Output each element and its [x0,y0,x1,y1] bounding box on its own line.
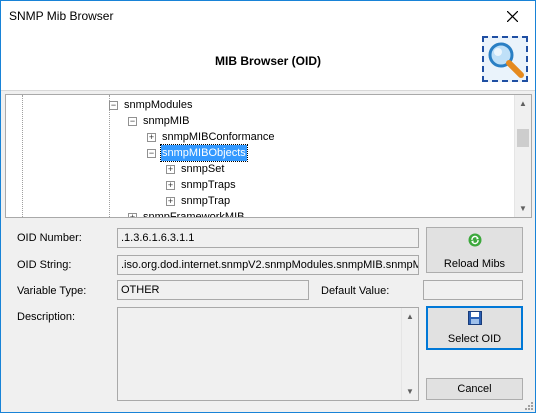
reload-mibs-label: Reload Mibs [443,258,506,270]
expand-icon[interactable]: + [166,165,175,174]
title-bar[interactable]: SNMP Mib Browser [1,1,535,31]
variable-type-label: Variable Type: [17,285,87,297]
variable-type-field[interactable]: OTHER [117,280,309,300]
tree-node-snmpmib[interactable]: − snmpMIB [6,113,506,129]
save-disk-icon [468,311,482,325]
tree-node-snmpmibconformance[interactable]: + snmpMIBConformance [6,129,506,145]
tree-node-snmpset[interactable]: + snmpSet [6,161,506,177]
close-icon [506,10,518,22]
select-oid-button[interactable]: Select OID [426,306,523,350]
collapse-icon[interactable]: − [109,101,118,110]
expand-icon[interactable]: + [166,181,175,190]
select-oid-label: Select OID [447,333,502,345]
tree-node-snmpmibobjects[interactable]: − snmpMIBObjects [6,144,506,162]
resize-grip-icon[interactable] [523,400,533,410]
tree-node-snmpmodules[interactable]: − snmpModules [6,97,506,113]
expand-icon[interactable]: + [166,197,175,206]
expand-icon[interactable]: + [128,213,137,217]
collapse-icon[interactable]: − [128,117,137,126]
tree-node-snmptrap[interactable]: + snmpTrap [6,193,506,209]
description-textarea[interactable]: ▲ ▼ [117,307,419,401]
reload-mibs-button[interactable]: Reload Mibs [426,227,523,273]
header-title: MIB Browser (OID) [214,54,321,68]
oid-string-field[interactable]: .iso.org.dod.internet.snmpV2.snmpModules… [117,255,419,275]
scroll-up-icon[interactable]: ▲ [515,95,531,112]
scroll-up-icon[interactable]: ▲ [402,308,418,325]
tree-node-label: snmpTrap [181,195,231,207]
tree-node-label-selected: snmpMIBObjects [160,144,248,162]
tree-node-label: snmpMIBConformance [162,131,275,143]
scroll-down-icon[interactable]: ▼ [402,383,418,400]
default-value-field[interactable] [423,280,523,300]
mib-tree-view[interactable]: − snmpModules − snmpMIB + snmpMIBConform… [5,94,532,218]
tree-node-label: snmpModules [124,99,193,111]
tree-node-label: snmpFrameworkMIB [143,211,245,218]
window-title: SNMP Mib Browser [9,9,114,23]
default-value-label: Default Value: [321,285,390,297]
header-banner: MIB Browser (OID) [1,31,535,91]
close-button[interactable] [489,1,535,31]
oid-number-field[interactable]: .1.3.6.1.6.3.1.1 [117,228,419,248]
tree-node-label: snmpTraps [181,179,236,191]
collapse-icon[interactable]: − [147,149,156,158]
scroll-down-icon[interactable]: ▼ [515,200,531,217]
description-label: Description: [17,311,76,323]
tree-node-snmpframeworkmib[interactable]: + snmpFrameworkMIB [6,209,506,218]
cancel-button[interactable]: Cancel [426,378,523,400]
tree-node-snmptraps[interactable]: + snmpTraps [6,177,506,193]
recycle-icon [468,233,482,247]
tree-node-label: snmpSet [181,163,225,175]
oid-string-label: OID String: [17,259,72,271]
magnifier-logo-icon [482,36,528,82]
scrollbar-thumb[interactable] [517,129,529,147]
tree-node-label: snmpMIB [143,115,190,127]
expand-icon[interactable]: + [147,133,156,142]
description-scrollbar[interactable]: ▲ ▼ [401,308,418,400]
tree-scrollbar[interactable]: ▲ ▼ [514,95,531,217]
oid-number-label: OID Number: [17,232,82,244]
mib-browser-window: SNMP Mib Browser MIB Browser (OID) − snm… [0,0,536,413]
